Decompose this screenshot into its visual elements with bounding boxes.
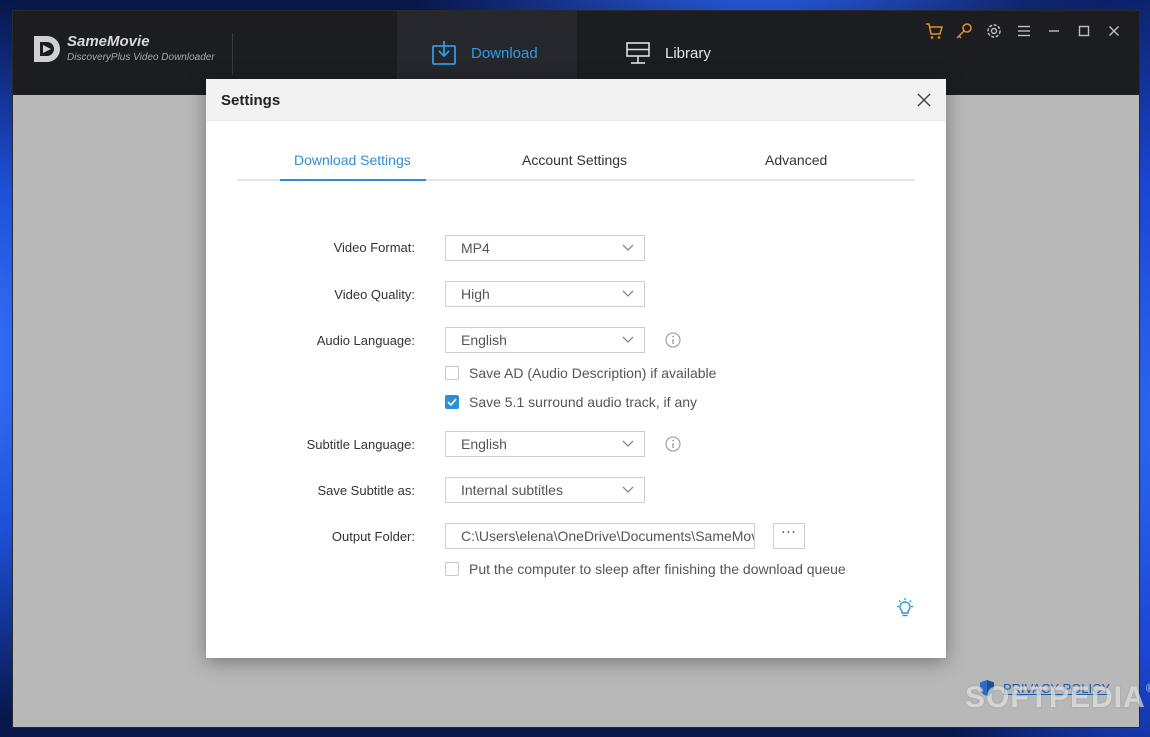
video-format-select[interactable]: MP4: [445, 235, 645, 261]
browse-folder-button[interactable]: ···: [773, 523, 805, 549]
close-app-button[interactable]: [1099, 21, 1129, 41]
output-folder-value: C:\Users\elena\OneDrive\Documents\SameMo…: [461, 528, 755, 544]
output-folder-label: Output Folder:: [331, 529, 415, 544]
video-format-value: MP4: [461, 240, 490, 256]
output-folder-input[interactable]: C:\Users\elena\OneDrive\Documents\SameMo…: [445, 523, 755, 549]
settings-button[interactable]: [979, 21, 1009, 41]
download-icon: [432, 41, 456, 65]
chevron-down-icon: [622, 486, 634, 493]
dialog-close-icon[interactable]: [916, 92, 932, 108]
subtitle-language-select[interactable]: English: [445, 431, 645, 457]
menu-button[interactable]: [1009, 21, 1039, 41]
subtitle-language-label: Subtitle Language:: [306, 437, 415, 452]
save-51-label: Save 5.1 surround audio track, if any: [469, 394, 698, 410]
subtitle-language-info-icon[interactable]: [665, 436, 681, 452]
cart-button[interactable]: [919, 21, 949, 41]
video-quality-value: High: [461, 286, 490, 302]
gear-icon: [987, 24, 1001, 38]
save-ad-checkbox[interactable]: [445, 366, 459, 380]
cart-icon: [926, 23, 943, 39]
chevron-down-icon: [622, 290, 634, 297]
brand-name: SameMovie: [67, 33, 150, 50]
audio-language-info-icon[interactable]: [665, 332, 681, 348]
settings-tabs: Download Settings Account Settings Advan…: [237, 141, 915, 181]
nav-download-label: Download: [471, 44, 538, 62]
tab-advanced[interactable]: Advanced: [765, 152, 827, 168]
window-controls: [919, 21, 1129, 41]
maximize-icon: [1078, 25, 1090, 37]
dialog-title: Settings: [221, 92, 281, 109]
save-ad-option[interactable]: Save AD (Audio Description) if available: [445, 365, 716, 381]
shield-icon: [980, 680, 994, 696]
chevron-down-icon: [622, 336, 634, 343]
save-ad-label: Save AD (Audio Description) if available: [469, 365, 717, 381]
subtitle-language-value: English: [461, 436, 507, 452]
maximize-button[interactable]: [1069, 21, 1099, 41]
audio-language-value: English: [461, 332, 507, 348]
sleep-after-checkbox[interactable]: [445, 562, 459, 576]
minimize-icon: [1049, 30, 1059, 32]
video-quality-select[interactable]: High: [445, 281, 645, 307]
brand-subtitle: DiscoveryPlus Video Downloader: [67, 52, 215, 63]
checkmark-icon: [447, 398, 457, 406]
settings-dialog: Settings Download Settings Account Setti…: [206, 79, 946, 658]
tab-account-settings[interactable]: Account Settings: [522, 152, 627, 168]
brand-divider: [232, 33, 233, 75]
sleep-after-option[interactable]: Put the computer to sleep after finishin…: [445, 561, 846, 577]
save-51-option[interactable]: Save 5.1 surround audio track, if any: [445, 394, 697, 410]
save-subtitle-label: Save Subtitle as:: [317, 483, 415, 498]
minimize-button[interactable]: [1039, 21, 1069, 41]
close-icon: [1109, 26, 1119, 36]
chevron-down-icon: [622, 244, 634, 251]
chevron-down-icon: [622, 440, 634, 447]
samemovie-logo-icon: [34, 36, 60, 62]
dialog-header: Settings: [206, 79, 946, 121]
privacy-policy: PRIVACY POLICY: [979, 679, 1110, 697]
hamburger-icon: [1018, 25, 1030, 37]
save-51-checkbox[interactable]: [445, 395, 459, 409]
nav-library-label: Library: [665, 44, 711, 62]
active-tab-indicator: [280, 179, 426, 181]
audio-language-label: Audio Language:: [316, 333, 415, 348]
audio-language-select[interactable]: English: [445, 327, 645, 353]
key-icon: [956, 23, 972, 39]
video-quality-label: Video Quality:: [334, 287, 415, 302]
privacy-policy-link[interactable]: PRIVACY POLICY: [1003, 681, 1110, 696]
tab-download-settings[interactable]: Download Settings: [294, 152, 411, 168]
save-subtitle-select[interactable]: Internal subtitles: [445, 477, 645, 503]
register-button[interactable]: [949, 21, 979, 41]
lightbulb-icon[interactable]: [894, 597, 916, 619]
video-format-label: Video Format:: [333, 240, 415, 255]
library-icon: [626, 42, 650, 64]
sleep-after-label: Put the computer to sleep after finishin…: [469, 561, 846, 577]
save-subtitle-value: Internal subtitles: [461, 482, 563, 498]
